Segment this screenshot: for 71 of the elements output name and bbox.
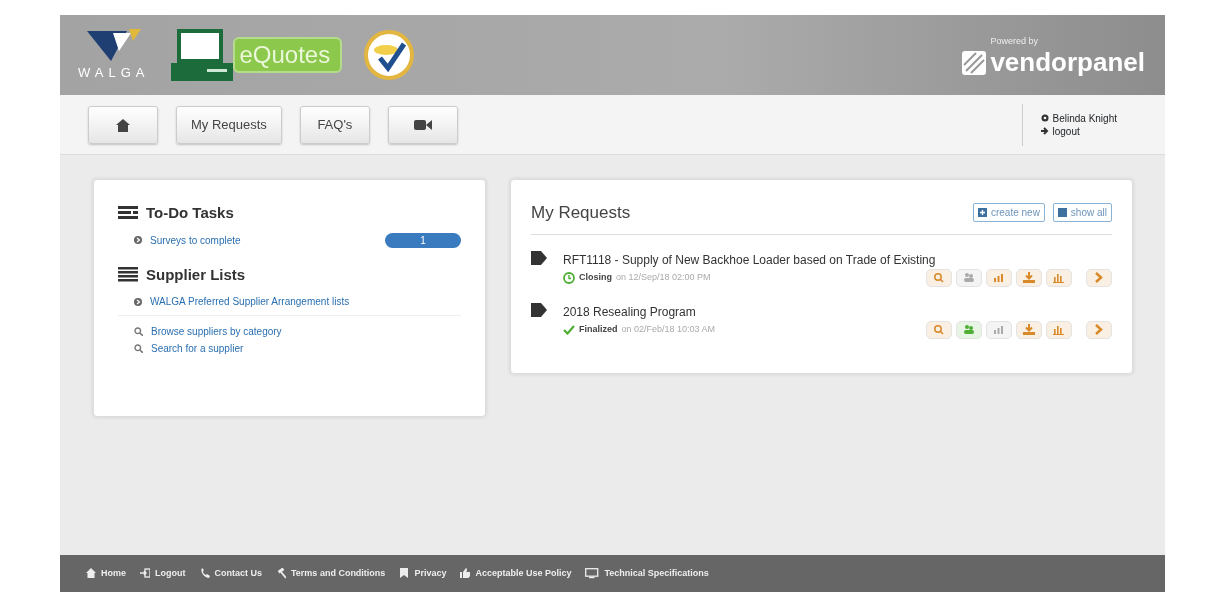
list-square-icon: [1057, 208, 1067, 218]
search-icon: [134, 327, 143, 336]
request-title[interactable]: 2018 Resealing Program: [563, 302, 1112, 321]
header-button[interactable]: create new: [972, 203, 1045, 223]
section-title: Supplier Lists: [146, 264, 246, 285]
action-button[interactable]: [1046, 268, 1072, 287]
striped-square-icon: [962, 50, 987, 75]
thumbs-up-icon: [460, 568, 471, 579]
action-button[interactable]: [1016, 320, 1042, 339]
header-button[interactable]: show all: [1052, 203, 1112, 223]
gavel-icon: [276, 568, 287, 579]
plus-square-icon: [977, 208, 987, 218]
action-button[interactable]: [1046, 320, 1072, 339]
vendorpanel-logo: vendorpanel: [990, 48, 1145, 75]
panel-title: My Requests: [531, 202, 631, 224]
section-title: To-Do Tasks: [146, 203, 234, 223]
nav-button[interactable]: FAQ's: [299, 105, 370, 144]
bookmark-icon: [399, 568, 410, 579]
action-button[interactable]: [986, 268, 1012, 287]
footer-link[interactable]: Acceptable Use Policy: [460, 566, 572, 581]
supplier-link[interactable]: Search for a supplier: [151, 341, 244, 356]
computer-icon: [171, 29, 234, 81]
action-button[interactable]: [986, 320, 1012, 339]
footer-link[interactable]: Home: [86, 566, 126, 581]
request-title[interactable]: RFT1118 - Supply of New Backhoe Loader based on Trade of Existing: [563, 250, 1112, 269]
nav-button[interactable]: My Requests: [176, 105, 282, 144]
equotes-logo: eQuotes: [233, 37, 343, 73]
user-name-link[interactable]: Belinda Knight: [1052, 111, 1117, 125]
action-button[interactable]: [956, 268, 982, 287]
search-icon: [134, 344, 143, 353]
status-label: Closing: [579, 270, 612, 284]
action-button[interactable]: [926, 320, 952, 339]
footer-link[interactable]: Contact Us: [199, 566, 263, 581]
powered-by-text: Powered by: [990, 35, 1039, 49]
tag-icon: [531, 250, 547, 265]
list-icon: [118, 267, 138, 283]
action-button[interactable]: [1086, 320, 1112, 339]
tasks-icon: [118, 206, 138, 221]
count-badge: 1: [385, 232, 461, 248]
walga-logo-text: WALGA: [78, 64, 150, 83]
phone-icon: [199, 568, 210, 579]
action-button[interactable]: [1016, 268, 1042, 287]
video-button[interactable]: [387, 105, 458, 144]
monitor-icon: [585, 568, 600, 579]
gear-icon: [1040, 114, 1049, 122]
status-date: on 12/Sep/18 02:00 PM: [616, 270, 711, 284]
home-icon: [116, 118, 130, 132]
home-icon: [86, 568, 96, 579]
circle-arrow-icon: [134, 236, 142, 244]
footer-link[interactable]: Technical Specifications: [585, 566, 709, 581]
supplier-link[interactable]: Browse suppliers by category: [151, 324, 282, 339]
footer-link[interactable]: Logout: [140, 566, 186, 581]
action-button[interactable]: [956, 320, 982, 339]
video-camera-icon: [413, 119, 432, 132]
task-link[interactable]: Surveys to complete: [150, 232, 241, 248]
status-label: Finalized: [579, 322, 618, 336]
sign-out-icon: [1040, 127, 1049, 135]
supplier-link[interactable]: WALGA Preferred Supplier Arrangement lists: [150, 294, 350, 309]
circle-arrow-icon: [134, 297, 142, 306]
tag-icon: [531, 302, 547, 317]
clock-icon: [563, 271, 575, 284]
sign-out-icon: [140, 568, 150, 579]
status-date: on 02/Feb/18 10:03 AM: [621, 322, 716, 336]
footer-link[interactable]: Terms and Conditions: [276, 566, 386, 581]
check-icon: [563, 324, 575, 335]
action-button[interactable]: [926, 268, 952, 287]
home-button[interactable]: [88, 105, 158, 144]
logout-link[interactable]: logout: [1052, 124, 1080, 138]
certified-badge-icon: [364, 30, 415, 80]
footer-link[interactable]: Privacy: [399, 566, 447, 581]
action-button[interactable]: [1086, 268, 1112, 287]
